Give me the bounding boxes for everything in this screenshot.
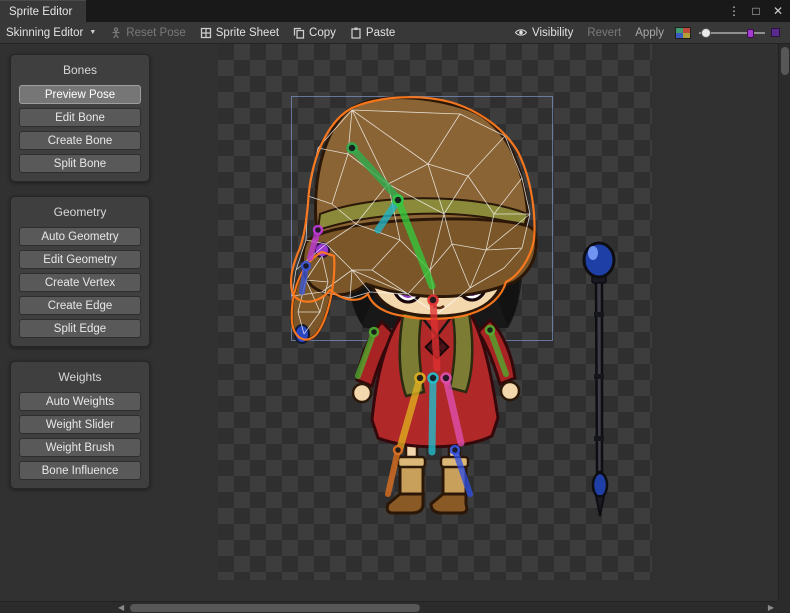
bones-panel: Bones Preview Pose Edit Bone Create Bone…	[10, 54, 150, 182]
sprite-sheet-button[interactable]: Sprite Sheet	[193, 23, 286, 43]
chevron-down-icon: ▼	[89, 29, 96, 36]
skinning-tool-panels: Bones Preview Pose Edit Bone Create Bone…	[10, 54, 150, 489]
bone-influence-button[interactable]: Bone Influence	[19, 461, 141, 480]
auto-weights-button[interactable]: Auto Weights	[19, 392, 141, 411]
tab-title: Sprite Editor	[9, 6, 72, 18]
edit-geometry-button[interactable]: Edit Geometry	[19, 250, 141, 269]
mip-level-icon[interactable]	[771, 28, 780, 37]
vertical-scrollbar[interactable]	[778, 44, 790, 601]
copy-icon	[293, 27, 305, 39]
toolbar: Skinning Editor ▼ Reset Pose Sprite Shee…	[0, 22, 790, 44]
titlebar: Sprite Editor ⋮ □ ✕	[0, 0, 790, 22]
vertical-scrollbar-thumb[interactable]	[781, 47, 789, 75]
split-bone-button[interactable]: Split Bone	[19, 154, 141, 173]
alpha-slider[interactable]	[699, 26, 765, 40]
slider-knob[interactable]	[701, 28, 711, 38]
horizontal-scrollbar-thumb[interactable]	[130, 604, 420, 612]
skinning-mode-dropdown[interactable]: Skinning Editor ▼	[0, 23, 103, 43]
scroll-right-icon[interactable]: ▶	[768, 602, 774, 613]
visibility-button[interactable]: Visibility	[507, 23, 580, 43]
create-edge-button[interactable]: Create Edge	[19, 296, 141, 315]
edit-bone-button[interactable]: Edit Bone	[19, 108, 141, 127]
rgb-channels-icon[interactable]	[675, 27, 691, 39]
kebab-menu-icon[interactable]: ⋮	[726, 0, 742, 22]
weights-panel-title: Weights	[19, 367, 141, 388]
paste-icon	[350, 27, 362, 39]
sprite-editor-tab[interactable]: Sprite Editor	[0, 0, 86, 22]
bones-panel-title: Bones	[19, 60, 141, 81]
close-icon[interactable]: ✕	[770, 0, 786, 22]
scrollbar-corner	[778, 601, 790, 613]
slider-marker[interactable]	[747, 29, 754, 38]
scroll-left-icon[interactable]: ◀	[118, 602, 124, 613]
horizontal-scrollbar[interactable]: ◀ ▶	[0, 601, 778, 613]
apply-button[interactable]: Apply	[628, 23, 671, 43]
weight-slider-button[interactable]: Weight Slider	[19, 415, 141, 434]
copy-button[interactable]: Copy	[286, 23, 343, 43]
maximize-icon[interactable]: □	[748, 0, 764, 22]
staff-sprite	[584, 243, 614, 516]
revert-button[interactable]: Revert	[580, 23, 628, 43]
sprite-sheet-icon	[200, 27, 212, 39]
preview-pose-button[interactable]: Preview Pose	[19, 85, 141, 104]
sprite-editor-window: Sprite Editor ⋮ □ ✕ Skinning Editor ▼ Re…	[0, 0, 790, 613]
split-edge-button[interactable]: Split Edge	[19, 319, 141, 338]
eye-icon	[514, 26, 528, 39]
sprite-canvas[interactable]: Bones Preview Pose Edit Bone Create Bone…	[0, 44, 778, 601]
geometry-panel: Geometry Auto Geometry Edit Geometry Cre…	[10, 196, 150, 347]
paste-button[interactable]: Paste	[343, 23, 402, 43]
weight-brush-button[interactable]: Weight Brush	[19, 438, 141, 457]
create-vertex-button[interactable]: Create Vertex	[19, 273, 141, 292]
geometry-panel-title: Geometry	[19, 202, 141, 223]
reset-pose-icon	[110, 27, 122, 39]
create-bone-button[interactable]: Create Bone	[19, 131, 141, 150]
weights-panel: Weights Auto Weights Weight Slider Weigh…	[10, 361, 150, 489]
auto-geometry-button[interactable]: Auto Geometry	[19, 227, 141, 246]
reset-pose-button[interactable]: Reset Pose	[103, 23, 192, 43]
